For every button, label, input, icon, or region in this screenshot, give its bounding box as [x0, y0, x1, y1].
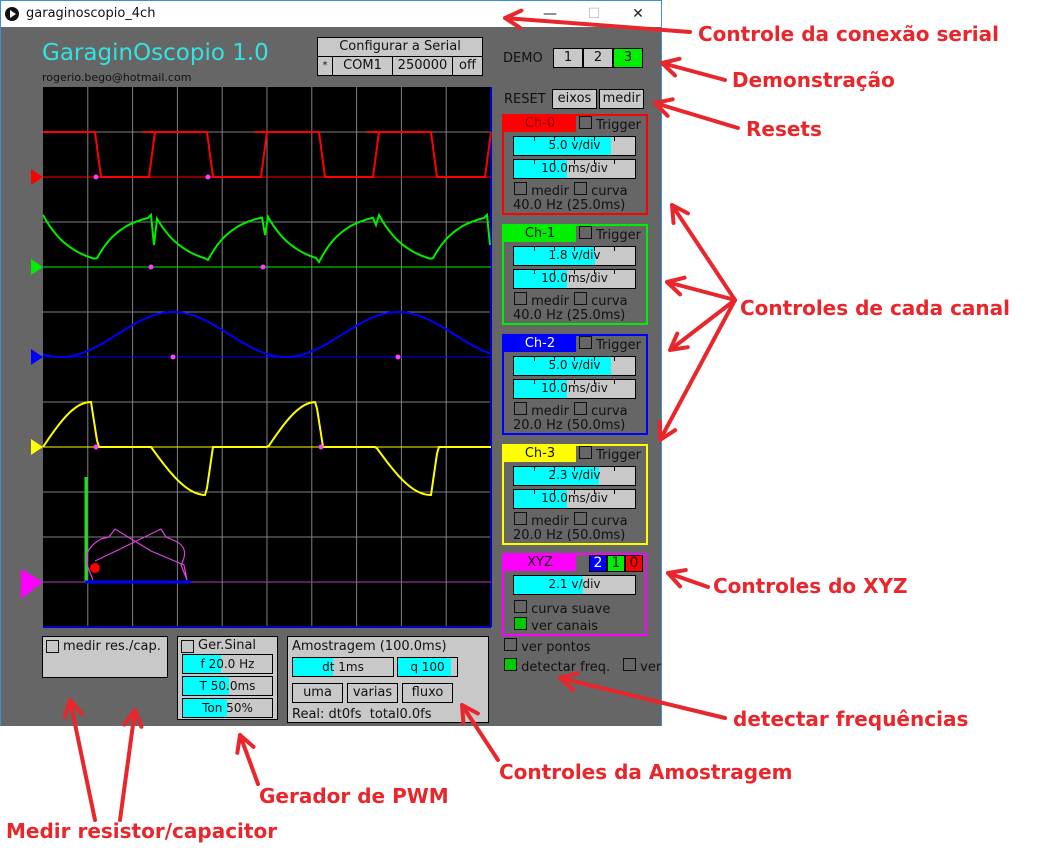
annotation-arrow-icon [62, 698, 97, 822]
annotation-arrow-icon [660, 56, 727, 82]
annotation-arrow-icon [503, 8, 692, 34]
annotation-arrow-icon [657, 298, 737, 442]
annotation-label: Controles do XYZ [713, 574, 908, 598]
annotation-label: Controles de cada canal [740, 296, 1011, 320]
annotation-arrow-icon [118, 708, 144, 822]
annotation-label: Controles da Amostragem [499, 760, 793, 784]
annotation-arrow-icon [460, 703, 500, 762]
annotation-arrow-icon [666, 568, 710, 589]
annotation-arrow-icon [653, 97, 740, 130]
annotation-label: Controle da conexão serial [698, 22, 1000, 46]
annotation-label: Gerador de PWM [259, 784, 449, 808]
annotation-label: Resets [746, 117, 822, 141]
annotation-arrow-icon [668, 298, 737, 352]
annotation-arrow-icon [235, 733, 260, 786]
annotation-label: detectar frequências [733, 707, 969, 731]
annotation-label: Demonstração [732, 68, 895, 92]
annotation-arrow-icon [558, 671, 727, 720]
annotation-label: Medir resistor/capacitor [6, 819, 278, 843]
